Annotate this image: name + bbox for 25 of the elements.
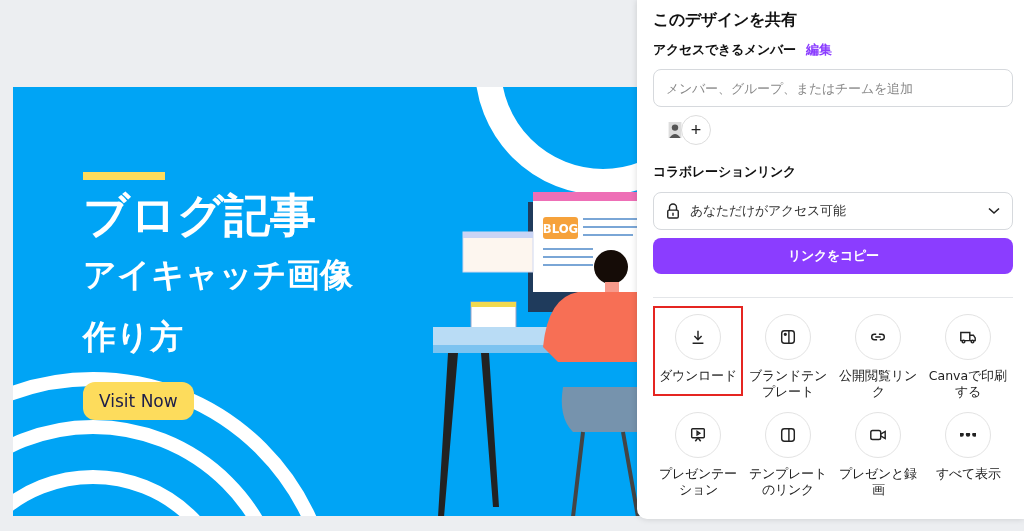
add-member-button[interactable]: + [681, 115, 711, 145]
share-option[interactable]: すべて表示 [923, 404, 1013, 494]
edit-link[interactable]: 編集 [806, 41, 832, 59]
panel-title: このデザインを共有 [653, 10, 798, 31]
template-icon [779, 328, 797, 346]
share-option[interactable]: プレゼンと録画 [833, 404, 923, 494]
members-label: アクセスできるメンバー [653, 41, 796, 59]
layout-icon [779, 426, 797, 444]
share-option[interactable]: ブランドテンプレート [743, 306, 833, 396]
share-option[interactable]: ダウンロード [653, 306, 743, 396]
more-icon [960, 433, 976, 437]
lock-icon [666, 203, 680, 219]
member-search-field[interactable]: メンバー、グループ、またはチームを追加 [653, 69, 1013, 107]
share-option[interactable]: 公開閲覧リンク [833, 306, 923, 396]
copy-link-button[interactable]: リンクをコピー [653, 238, 1013, 274]
presentation-icon [689, 426, 707, 444]
design-subtitle: 作り方 [83, 316, 183, 358]
share-option[interactable]: テンプレートのリンク [743, 404, 833, 494]
share-option[interactable]: プレゼンテーション [653, 404, 743, 494]
chevron-down-icon [988, 207, 1000, 215]
design-subtitle: アイキャッチ画像 [83, 254, 353, 296]
access-dropdown[interactable]: あなただけがアクセス可能 [653, 192, 1013, 230]
avatar-icon [667, 120, 683, 140]
design-headline: ブログ記事 [83, 187, 316, 244]
collab-link-label: コラボレーションリンク [653, 163, 797, 181]
